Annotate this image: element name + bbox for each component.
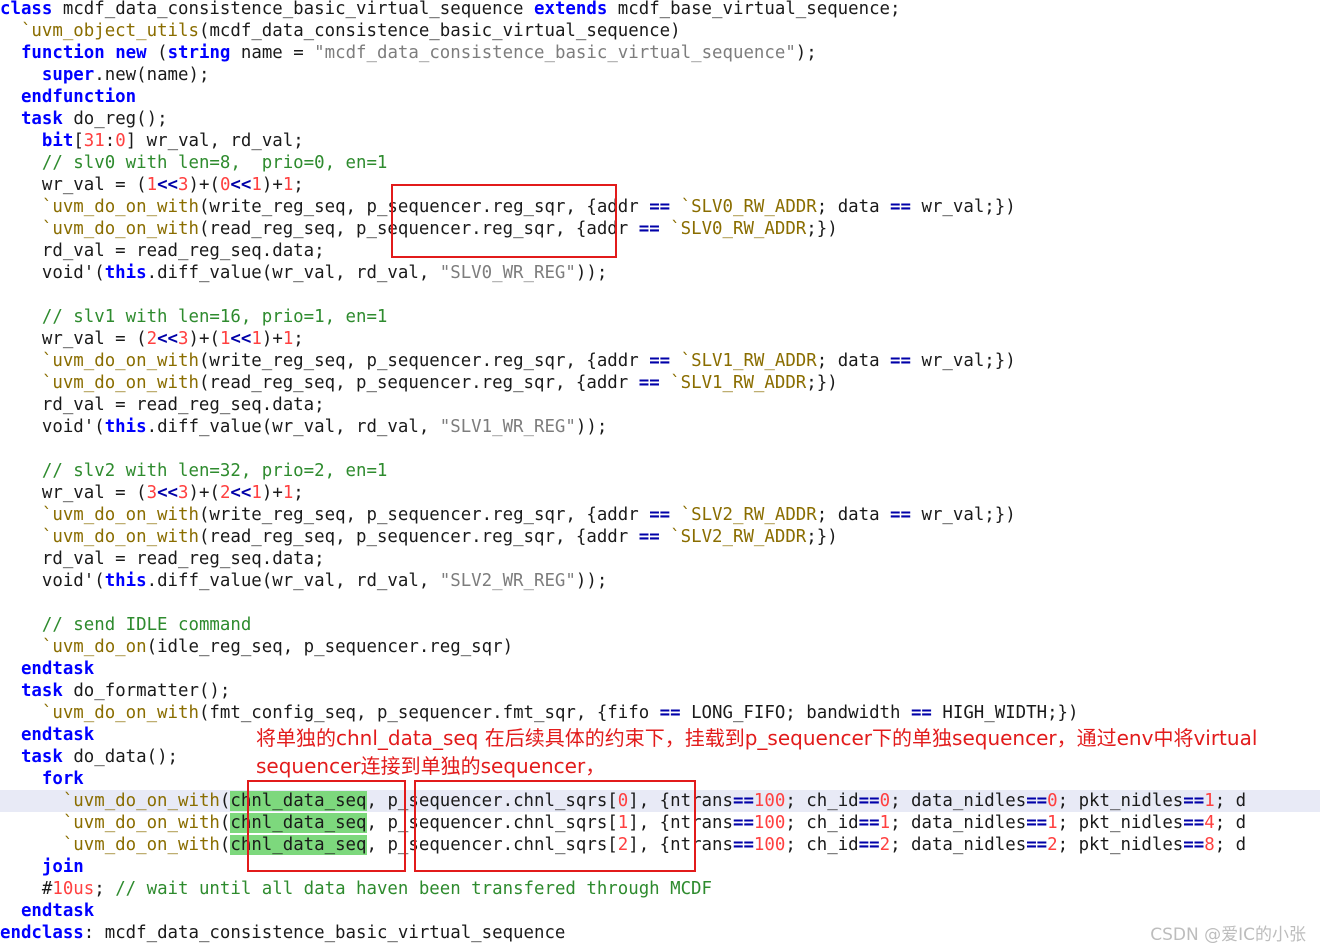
code-line: wr_val = (1<<3)+(0<<1)+1; (0, 175, 304, 195)
code-line: `uvm_do_on_with(read_reg_seq, p_sequence… (41, 373, 838, 393)
code-line: `uvm_object_utils(mcdf_data_consistence_… (20, 21, 681, 41)
code-line: function new (string name = "mcdf_data_c… (20, 43, 817, 63)
code-line: `uvm_do_on_with(read_reg_seq, p_sequence… (41, 219, 838, 239)
code-line: `uvm_do_on_with(write_reg_seq, p_sequenc… (41, 197, 1016, 217)
code-line: endfunction (20, 87, 137, 107)
code-comment: // slv0 with len=8, prio=0, en=1 (41, 153, 388, 173)
annotation-text-line2: sequencer连接到单独的sequencer， (256, 754, 606, 778)
code-line: endtask (20, 901, 95, 921)
code-line: void'(this.diff_value(wr_val, rd_val, "S… (0, 263, 608, 283)
code-line: super.new(name); (41, 65, 210, 85)
annotation-text-line1: 将单独的chnl_data_seq 在后续具体的约束下，挂载到p_sequenc… (256, 726, 1258, 750)
code-line: wr_val = (2<<3)+(1<<1)+1; (0, 329, 304, 349)
code-line: bit[31:0] wr_val, rd_val; (41, 131, 304, 151)
annotation-box-reg-sqr (391, 184, 617, 258)
code-line: `uvm_do_on_with(write_reg_seq, p_sequenc… (41, 505, 1016, 525)
class-name: mcdf_data_consistence_basic_virtual_sequ… (62, 0, 524, 19)
code-line: `uvm_do_on(idle_reg_seq, p_sequencer.reg… (41, 637, 514, 657)
code-comment: // send IDLE command (41, 615, 252, 635)
code-line: `uvm_do_on_with(fmt_config_seq, p_sequen… (41, 703, 1079, 723)
code-line: class mcdf_data_consistence_basic_virtua… (0, 0, 901, 19)
code-line: task do_formatter(); (20, 681, 231, 701)
code-line: endclass: mcdf_data_consistence_basic_vi… (0, 923, 566, 943)
code-comment: // slv1 with len=16, prio=1, en=1 (41, 307, 388, 327)
code-line: wr_val = (3<<3)+(2<<1)+1; (0, 483, 304, 503)
annotation-box-chnl-seq (247, 780, 406, 872)
watermark: CSDN @爱IC的小张 (1150, 925, 1306, 945)
code-line: rd_val = read_reg_seq.data; (0, 241, 325, 261)
code-line: `uvm_do_on_with(write_reg_seq, p_sequenc… (41, 351, 1016, 371)
code-line: #10us; // wait until all data haven been… (0, 879, 712, 899)
code-line: task do_reg(); (20, 109, 168, 129)
annotation-box-chnl-sqrs (414, 780, 696, 872)
code-line: `uvm_do_on_with(read_reg_seq, p_sequence… (41, 527, 838, 547)
code-line: void'(this.diff_value(wr_val, rd_val, "S… (0, 571, 608, 591)
code-line: rd_val = read_reg_seq.data; (0, 549, 325, 569)
code-line: endtask (20, 659, 95, 679)
code-line: void'(this.diff_value(wr_val, rd_val, "S… (0, 417, 608, 437)
code-comment: // slv2 with len=32, prio=2, en=1 (41, 461, 388, 481)
code-line: rd_val = read_reg_seq.data; (0, 395, 325, 415)
code-editor[interactable]: class mcdf_data_consistence_basic_virtua… (0, 0, 1320, 951)
